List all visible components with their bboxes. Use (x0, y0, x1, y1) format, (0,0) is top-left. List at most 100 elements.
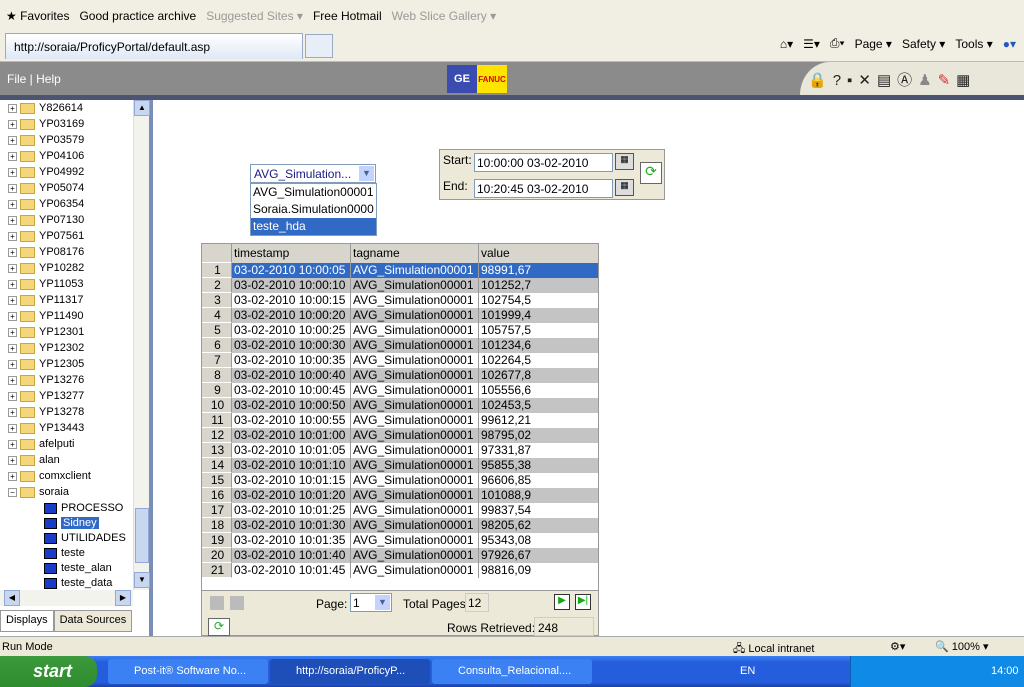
tree-folder[interactable]: + comxclient (8, 468, 91, 484)
taskbar-item[interactable]: Post-it® Software No... (108, 659, 268, 684)
fav-link[interactable]: Web Slice Gallery ▾ (392, 9, 497, 23)
tree-folder[interactable]: + YP11490 (8, 308, 83, 324)
scroll-right-icon[interactable]: ▶ (115, 590, 131, 606)
prev-page-icon[interactable] (230, 596, 244, 610)
column-header[interactable]: timestamp (232, 244, 351, 263)
expand-icon[interactable]: + (8, 311, 17, 321)
expand-icon[interactable]: + (8, 295, 17, 305)
column-header[interactable]: value (479, 244, 598, 263)
refresh-grid-icon[interactable]: ⟳ (208, 618, 230, 636)
table-row[interactable]: 21 03-02-2010 10:01:45 AVG_Simulation00001… (202, 563, 598, 578)
tab-displays[interactable]: Displays (0, 610, 54, 632)
new-tab-button[interactable] (305, 34, 333, 58)
table-row[interactable]: 15 03-02-2010 10:01:15 AVG_Simulation00001… (202, 473, 598, 488)
calendar-icon[interactable]: ▦ (615, 153, 634, 170)
expand-icon[interactable]: + (8, 215, 17, 225)
table-row[interactable]: 7 03-02-2010 10:00:35 AVG_Simulation00001 1… (202, 353, 598, 368)
first-page-icon[interactable] (210, 596, 224, 610)
expand-icon[interactable]: + (8, 423, 17, 433)
tree-folder[interactable]: + YP13276 (8, 372, 84, 388)
fav-link[interactable]: Good practice archive (79, 9, 196, 23)
tree-folder[interactable]: + afelputi (8, 436, 74, 452)
table-row[interactable]: 12 03-02-2010 10:01:00 AVG_Simulation00001… (202, 428, 598, 443)
tree-folder[interactable]: + YP11053 (8, 276, 83, 292)
tree-folder[interactable]: + YP08176 (8, 244, 84, 260)
table-row[interactable]: 17 03-02-2010 10:01:25 AVG_Simulation00001… (202, 503, 598, 518)
expand-icon[interactable]: + (8, 471, 17, 481)
user-icon[interactable]: ♟ (918, 72, 937, 89)
table-row[interactable]: 4 03-02-2010 10:00:20 AVG_Simulation00001 1… (202, 308, 598, 323)
lock-icon[interactable]: 🔒 (808, 72, 833, 89)
tag-select[interactable]: AVG_Simulation... ▼ (250, 164, 376, 183)
home-icon[interactable]: ⌂▾ (780, 37, 793, 51)
tree-hscrollbar[interactable]: ◀ ▶ (0, 590, 133, 606)
expand-icon[interactable]: + (8, 135, 17, 145)
expand-icon[interactable]: − (8, 487, 17, 497)
start-time-input[interactable]: 10:00:00 03-02-2010 (474, 153, 613, 172)
tree-folder[interactable]: + YP10282 (8, 260, 84, 276)
expand-icon[interactable]: + (8, 343, 17, 353)
help-menu[interactable]: Help (36, 72, 61, 86)
tree-folder[interactable]: + YP03579 (8, 132, 84, 148)
tree-folder[interactable]: + YP07561 (8, 228, 84, 244)
tree-scrollbar[interactable]: ▲ ▼ (133, 100, 150, 590)
tree-folder[interactable]: + alan (8, 452, 60, 468)
favorites-button[interactable]: ★ Favorites (6, 9, 69, 23)
table-row[interactable]: 8 03-02-2010 10:00:40 AVG_Simulation00001 1… (202, 368, 598, 383)
tab-data-sources[interactable]: Data Sources (53, 610, 133, 632)
table-row[interactable]: 2 03-02-2010 10:00:10 AVG_Simulation00001 1… (202, 278, 598, 293)
table-row[interactable]: 6 03-02-2010 10:00:30 AVG_Simulation00001 1… (202, 338, 598, 353)
expand-icon[interactable]: + (8, 359, 17, 369)
tree-folder[interactable]: + YP11317 (8, 292, 83, 308)
tree-folder[interactable]: + YP13443 (8, 420, 84, 436)
tag-list[interactable]: AVG_Simulation00001 Soraia.Simulation000… (250, 183, 377, 236)
alarm-icon[interactable]: Ⓐ (897, 72, 918, 89)
tree-display-item[interactable]: teste_data (44, 575, 112, 590)
table-row[interactable]: 19 03-02-2010 10:01:35 AVG_Simulation00001… (202, 533, 598, 548)
table-row[interactable]: 11 03-02-2010 10:00:55 AVG_Simulation00001… (202, 413, 598, 428)
help-icon[interactable]: ●▾ (1003, 37, 1016, 51)
table-row[interactable]: 1 03-02-2010 10:00:05 AVG_Simulation00001 9… (202, 263, 598, 278)
table-row[interactable]: 18 03-02-2010 10:01:30 AVG_Simulation00001… (202, 518, 598, 533)
tree-display-item[interactable]: PROCESSO (44, 500, 123, 516)
tree-folder[interactable]: + YP12301 (8, 324, 84, 340)
tag-option[interactable]: Soraia.Simulation0000 (251, 201, 376, 218)
page-select[interactable]: 1 ▼ (350, 593, 392, 612)
expand-icon[interactable]: + (8, 119, 17, 129)
table-row[interactable]: 13 03-02-2010 10:01:05 AVG_Simulation00001… (202, 443, 598, 458)
expand-icon[interactable]: + (8, 199, 17, 209)
tree-folder[interactable]: − soraia (8, 484, 69, 500)
tree-folder[interactable]: + YP03169 (8, 116, 84, 132)
calendar-icon[interactable]: ▦ (615, 179, 634, 196)
column-header[interactable]: tagname (351, 244, 479, 263)
file-menu[interactable]: File (7, 72, 26, 86)
tools-menu[interactable]: Tools ▾ (955, 37, 992, 51)
question-icon[interactable]: ? (833, 72, 847, 89)
table-row[interactable]: 3 03-02-2010 10:00:15 AVG_Simulation00001 1… (202, 293, 598, 308)
table-row[interactable]: 16 03-02-2010 10:01:20 AVG_Simulation00001… (202, 488, 598, 503)
table-row[interactable]: 20 03-02-2010 10:01:40 AVG_Simulation00001… (202, 548, 598, 563)
protected-mode-icon[interactable]: ⚙▾ (890, 640, 905, 653)
tag-option[interactable]: teste_hda (251, 218, 376, 235)
zoom-control[interactable]: 🔍 100% ▾ (935, 640, 988, 653)
tree-folder[interactable]: + YP06354 (8, 196, 84, 212)
print-icon[interactable]: ⎙▾ (830, 36, 845, 51)
save-icon[interactable]: ▪ (847, 72, 858, 89)
table-row[interactable]: 9 03-02-2010 10:00:45 AVG_Simulation00001 1… (202, 383, 598, 398)
safety-menu[interactable]: Safety ▾ (902, 37, 945, 51)
language-indicator[interactable]: EN (740, 665, 755, 677)
expand-icon[interactable]: + (8, 151, 17, 161)
tree-display-item[interactable]: teste (44, 545, 85, 561)
expand-icon[interactable]: + (8, 103, 17, 113)
fav-link[interactable]: Free Hotmail (313, 9, 382, 23)
next-page-icon[interactable]: ▶ (554, 594, 570, 610)
start-button[interactable]: start (0, 656, 97, 687)
last-page-icon[interactable]: ▶| (575, 594, 591, 610)
expand-icon[interactable]: + (8, 263, 17, 273)
expand-icon[interactable]: + (8, 375, 17, 385)
table-row[interactable]: 10 03-02-2010 10:00:50 AVG_Simulation00001… (202, 398, 598, 413)
tree-display-item[interactable]: Sidney (44, 515, 99, 531)
taskbar-item[interactable]: Consulta_Relacional.... (432, 659, 592, 684)
chevron-down-icon[interactable]: ▼ (359, 166, 374, 181)
expand-icon[interactable]: + (8, 231, 17, 241)
